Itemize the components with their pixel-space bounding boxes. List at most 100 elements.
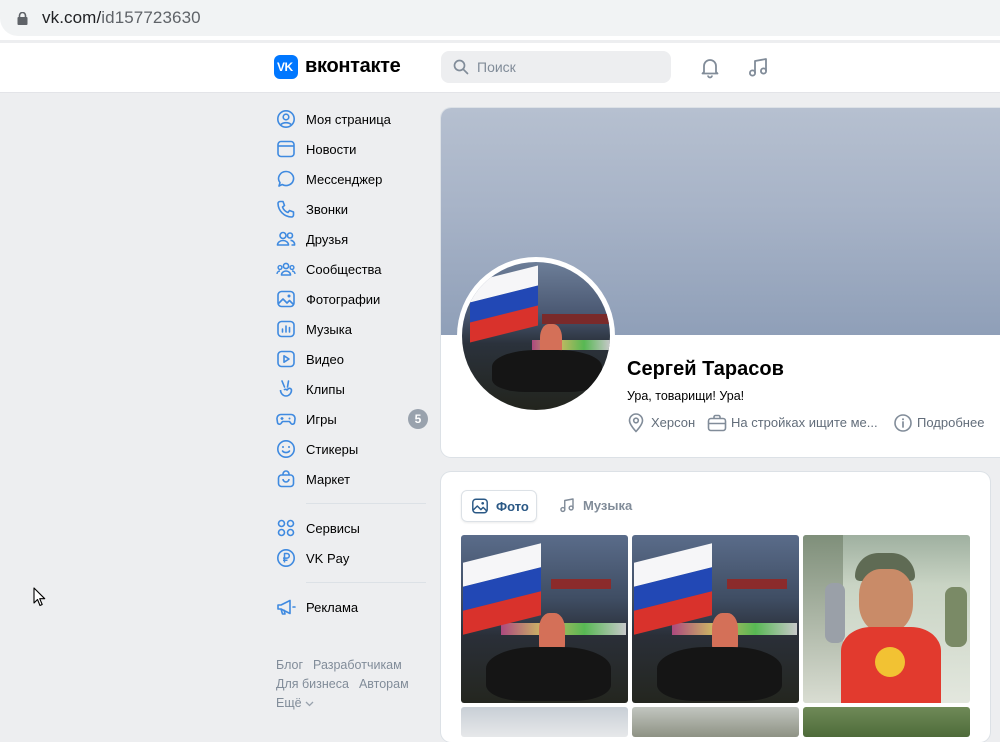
menu-label: Сообщества [306, 262, 382, 277]
profile-avatar[interactable] [457, 257, 615, 415]
menu-item-my-page[interactable]: Моя страница [268, 104, 434, 134]
logo-text[interactable]: вконтакте [305, 55, 401, 78]
games-count-badge: 5 [408, 409, 428, 429]
vkpay-icon [277, 549, 295, 567]
menu-item-calls[interactable]: Звонки [268, 194, 434, 224]
avatar-photo [462, 262, 610, 410]
media-card: Фото Музыка [441, 472, 990, 742]
music-note-icon [560, 498, 574, 513]
bell-icon[interactable] [698, 55, 722, 79]
tab-label: Музыка [583, 498, 633, 513]
left-menu: Моя страница Новости Мессенджер Звонки Д… [268, 104, 434, 622]
phone-icon [277, 200, 295, 218]
footer-link-blog[interactable]: Блог [276, 658, 303, 672]
menu-label: Сервисы [306, 521, 360, 536]
friends-icon [276, 231, 296, 246]
profile-status: Ура, товарищи! Ура! [627, 389, 745, 403]
photo-thumbnail[interactable] [461, 707, 628, 737]
menu-divider [306, 503, 426, 504]
profile-city[interactable]: Херсон [627, 413, 702, 433]
search-input[interactable] [475, 51, 667, 83]
news-icon [277, 140, 295, 158]
tab-photos[interactable]: Фото [461, 490, 537, 522]
menu-item-clips[interactable]: Клипы [268, 374, 434, 404]
profile-work[interactable]: На стройках ищите ме... [707, 413, 887, 433]
menu-label: Моя страница [306, 112, 391, 127]
work-text: На стройках ищите ме... [731, 415, 878, 430]
menu-label: VK Pay [306, 551, 350, 566]
footer-link-more[interactable]: Ещё [276, 696, 314, 710]
menu-item-video[interactable]: Видео [268, 344, 434, 374]
communities-icon [276, 262, 296, 276]
photo-thumbnail[interactable] [632, 707, 799, 737]
menu-label: Клипы [306, 382, 345, 397]
url-path: id157723630 [101, 8, 201, 27]
video-icon [277, 350, 295, 368]
menu-item-stickers[interactable]: Стикеры [268, 434, 434, 464]
briefcase-icon [707, 414, 727, 432]
menu-label: Фотографии [306, 292, 381, 307]
menu-label: Игры [306, 412, 337, 427]
location-pin-icon [628, 413, 644, 433]
services-icon [277, 519, 295, 537]
music-note-icon[interactable] [746, 55, 770, 79]
menu-item-communities[interactable]: Сообщества [268, 254, 434, 284]
search-box[interactable] [441, 51, 671, 83]
user-circle-icon [277, 110, 295, 128]
footer-more-label: Ещё [276, 696, 302, 710]
footer-link-business[interactable]: Для бизнеса [276, 677, 349, 691]
menu-label: Новости [306, 142, 357, 157]
tab-label: Фото [496, 499, 529, 514]
photo-icon [472, 498, 488, 514]
menu-label: Маркет [306, 472, 351, 487]
menu-item-music[interactable]: Музыка [268, 314, 434, 344]
market-icon [277, 470, 295, 488]
footer-links: Блог Разработчикам Для бизнеса Авторам Ещё [276, 656, 436, 713]
vk-logo-icon[interactable]: VK [274, 55, 298, 79]
menu-item-news[interactable]: Новости [268, 134, 434, 164]
footer-link-authors[interactable]: Авторам [359, 677, 409, 691]
menu-label: Мессенджер [306, 172, 383, 187]
menu-item-market[interactable]: Маркет [268, 464, 434, 494]
menu-label: Реклама [306, 600, 359, 615]
tab-music[interactable]: Музыка [549, 490, 639, 520]
site-header: VK вконтакте [0, 43, 1000, 93]
menu-item-games[interactable]: Игры 5 [268, 404, 434, 434]
menu-item-photos[interactable]: Фотографии [268, 284, 434, 314]
menu-label: Друзья [306, 232, 349, 247]
mouse-cursor-icon [33, 587, 46, 607]
info-icon [894, 414, 912, 432]
city-text: Херсон [651, 415, 696, 430]
footer-link-developers[interactable]: Разработчикам [313, 658, 402, 672]
menu-item-vkpay[interactable]: VK Pay [268, 543, 434, 573]
menu-item-friends[interactable]: Друзья [268, 224, 434, 254]
menu-label: Стикеры [306, 442, 359, 457]
photo-thumbnail[interactable] [803, 535, 970, 703]
smile-icon [277, 440, 295, 458]
menu-label: Видео [306, 352, 344, 367]
menu-item-messenger[interactable]: Мессенджер [268, 164, 434, 194]
photo-icon [277, 290, 295, 308]
clips-icon [279, 380, 293, 397]
photo-thumbnail[interactable] [461, 535, 628, 703]
url-field[interactable]: vk.com/id157723630 [0, 0, 1000, 36]
url-text: vk.com/id157723630 [42, 8, 201, 28]
photo-thumbnail[interactable] [803, 707, 970, 737]
games-icon [276, 413, 296, 425]
profile-name: Сергей Тарасов [627, 358, 784, 380]
lock-icon [17, 12, 28, 25]
menu-label: Звонки [306, 202, 348, 217]
profile-more-info[interactable]: Подробнее [893, 413, 993, 433]
photo-thumbnail[interactable] [632, 535, 799, 703]
menu-label: Музыка [306, 322, 352, 337]
menu-divider [306, 582, 426, 583]
megaphone-icon [277, 599, 296, 615]
url-host: vk.com/ [42, 8, 102, 27]
menu-item-services[interactable]: Сервисы [268, 513, 434, 543]
menu-item-ads[interactable]: Реклама [268, 592, 434, 622]
more-info-text: Подробнее [917, 415, 985, 430]
message-icon [277, 170, 295, 187]
browser-address-bar: vk.com/id157723630 [0, 0, 1000, 40]
chevron-down-icon [305, 701, 314, 707]
music-icon [277, 320, 295, 338]
